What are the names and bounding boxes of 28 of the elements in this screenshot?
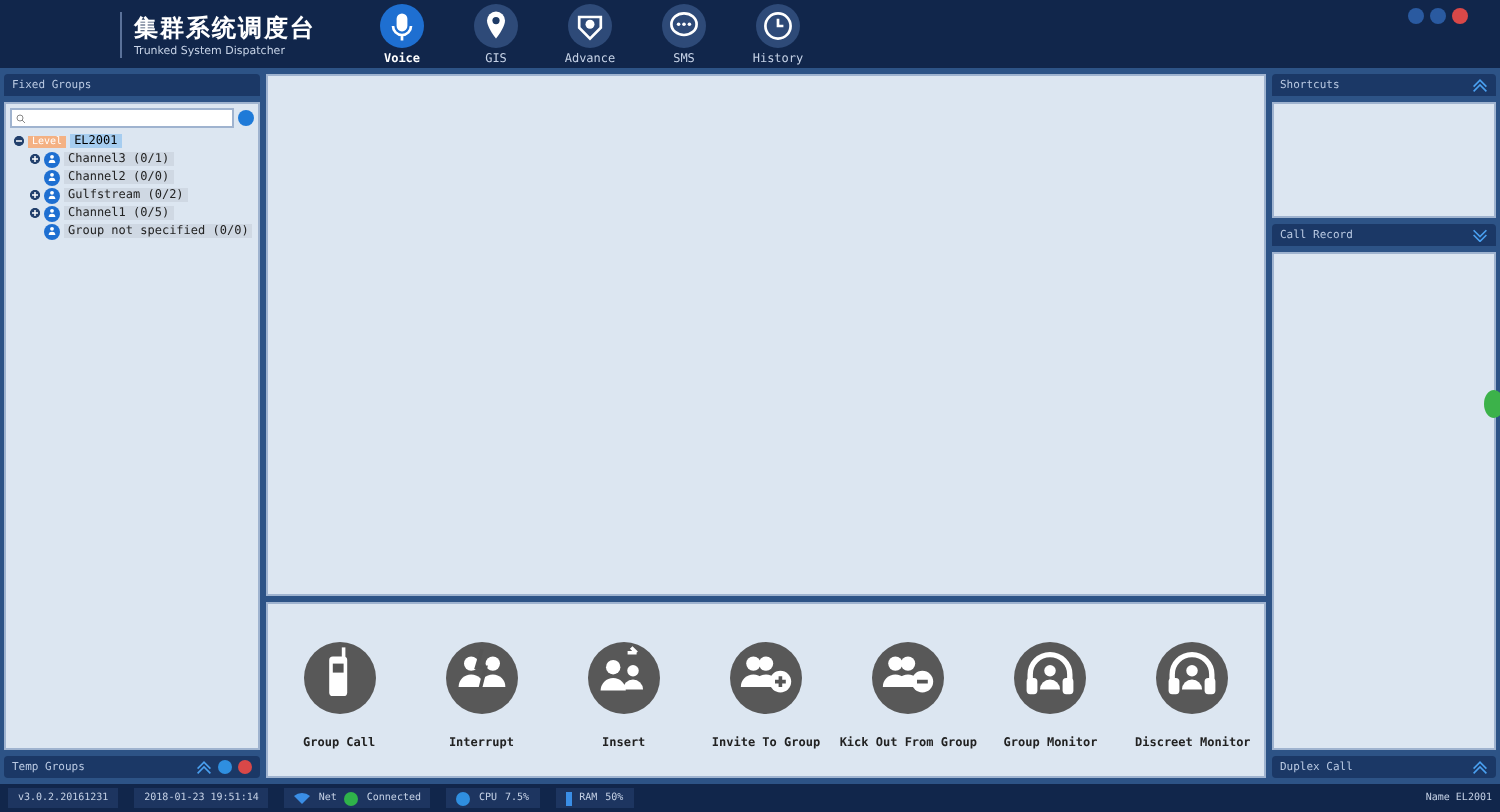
close-button[interactable] xyxy=(1452,8,1468,24)
wifi-icon xyxy=(294,792,311,804)
expand-toggle-icon[interactable] xyxy=(30,208,40,218)
restore-button[interactable] xyxy=(1430,8,1446,24)
expand-toggle-icon[interactable] xyxy=(14,136,24,146)
headset-icon xyxy=(1014,642,1087,714)
clock-icon xyxy=(756,3,800,47)
app-title: 集群系统调度台 xyxy=(134,11,318,45)
expand-toggle-icon[interactable] xyxy=(30,154,40,164)
search-icon xyxy=(16,113,26,123)
map-pin-icon xyxy=(474,3,518,47)
headset-icon xyxy=(1156,642,1229,714)
people-add-icon xyxy=(729,642,802,714)
search-field[interactable] xyxy=(10,108,234,128)
chat-bubble-icon xyxy=(662,3,706,47)
collapse-icon[interactable] xyxy=(1472,78,1488,92)
collapse-icon[interactable] xyxy=(1472,760,1488,774)
people-icon xyxy=(587,642,660,714)
badge-icon xyxy=(568,3,612,47)
people-icon xyxy=(445,642,518,714)
collapse-icon[interactable] xyxy=(196,760,212,774)
radio-icon xyxy=(303,642,376,714)
people-remove-icon xyxy=(872,642,945,714)
expand-icon[interactable] xyxy=(1472,228,1488,242)
microphone-icon xyxy=(380,3,424,47)
minimize-button[interactable] xyxy=(1408,8,1424,24)
ram-icon xyxy=(565,791,572,805)
expand-toggle-icon[interactable] xyxy=(30,190,40,200)
